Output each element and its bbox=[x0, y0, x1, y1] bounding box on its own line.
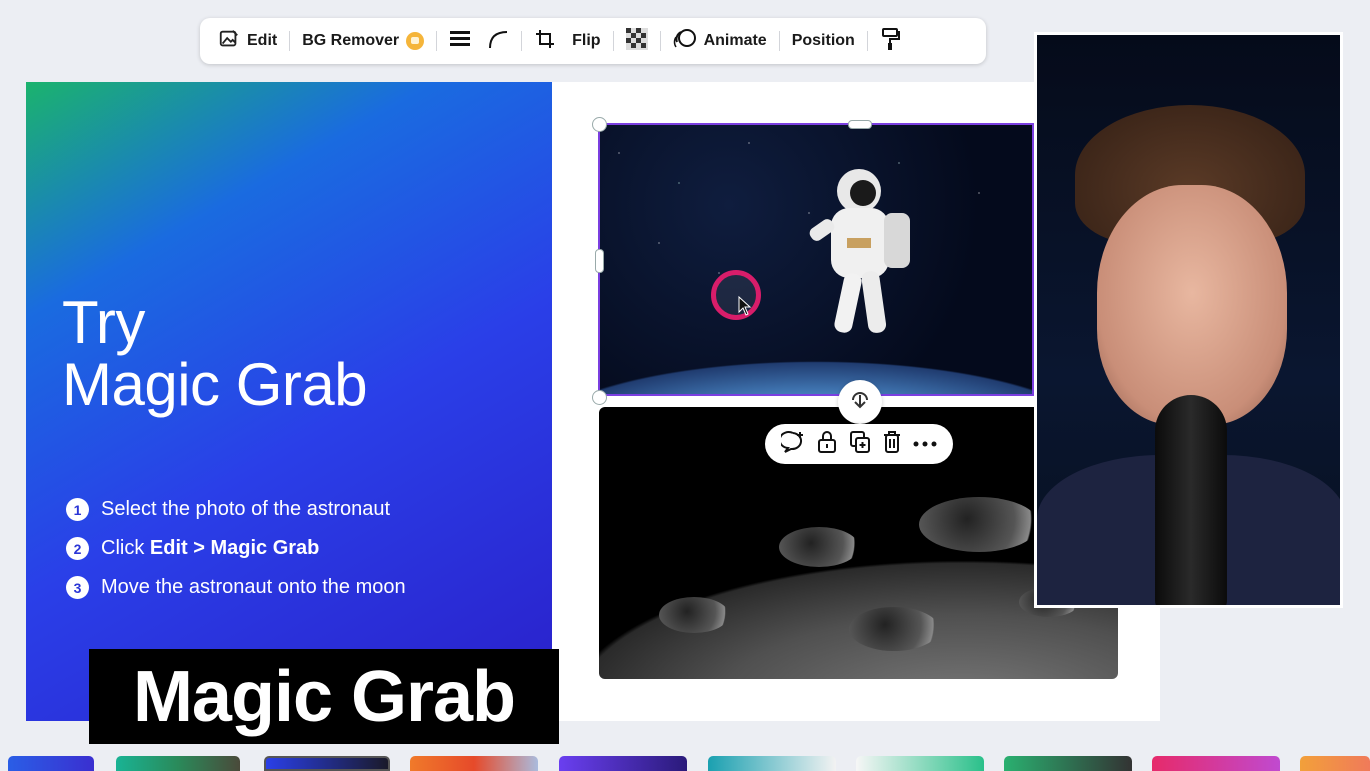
toolbar-divider bbox=[289, 31, 291, 51]
step-text-bold: Edit > Magic Grab bbox=[149, 537, 320, 559]
animate-icon bbox=[673, 28, 697, 55]
microphone bbox=[1155, 395, 1227, 605]
edit-button[interactable]: Edit bbox=[210, 28, 285, 55]
resize-handle-bottom-left[interactable] bbox=[592, 390, 607, 405]
rotate-button[interactable] bbox=[838, 380, 882, 424]
crown-icon bbox=[406, 32, 425, 50]
flip-label: Flip bbox=[572, 32, 601, 49]
step-number: 2 bbox=[66, 537, 89, 560]
toolbar-divider bbox=[436, 31, 438, 51]
animate-label: Animate bbox=[703, 32, 767, 49]
transparency-button[interactable] bbox=[618, 27, 656, 55]
toolbar-divider bbox=[612, 31, 614, 51]
video-caption: Magic Grab bbox=[89, 649, 559, 744]
page-thumbnail[interactable] bbox=[559, 756, 687, 771]
crater bbox=[919, 497, 1039, 552]
resize-handle-left[interactable] bbox=[595, 249, 604, 273]
crop-button[interactable] bbox=[526, 28, 564, 55]
toolbar-divider bbox=[659, 31, 661, 51]
resize-handle-top-left[interactable] bbox=[592, 117, 607, 132]
step-item: 2 Click Edit > Magic Grab bbox=[66, 529, 406, 568]
step-text: Move the astronaut onto the moon bbox=[101, 576, 406, 598]
step-item: 1 Select the photo of the astronaut bbox=[66, 490, 406, 529]
page-filmstrip bbox=[0, 756, 1370, 771]
corner-rounding-button[interactable] bbox=[479, 28, 517, 55]
rotate-icon bbox=[849, 389, 871, 416]
title-line-2: Magic Grab bbox=[62, 351, 368, 418]
step-number: 3 bbox=[66, 576, 89, 599]
crop-icon bbox=[534, 28, 556, 55]
comment-plus-icon[interactable] bbox=[778, 430, 805, 459]
toolbar-divider bbox=[778, 31, 780, 51]
page-thumbnail[interactable] bbox=[856, 756, 984, 771]
position-label: Position bbox=[791, 32, 855, 49]
selection-frame[interactable] bbox=[598, 123, 1034, 396]
checker-icon bbox=[625, 27, 648, 55]
step-text: Click bbox=[101, 537, 150, 559]
bg-remover-button[interactable]: BG Remover bbox=[294, 32, 432, 50]
toolbar-divider bbox=[866, 31, 868, 51]
resize-handle-top[interactable] bbox=[848, 120, 872, 129]
presenter-face bbox=[1097, 185, 1287, 425]
trash-icon[interactable] bbox=[882, 430, 902, 459]
copy-style-button[interactable] bbox=[872, 27, 908, 56]
duplicate-icon[interactable] bbox=[849, 430, 871, 459]
step-text: Select the photo of the astronaut bbox=[101, 498, 391, 520]
steps-list[interactable]: 1 Select the photo of the astronaut 2 Cl… bbox=[66, 490, 406, 607]
border-style-button[interactable] bbox=[441, 29, 479, 54]
page-thumbnail-current[interactable] bbox=[264, 756, 390, 771]
lock-icon[interactable] bbox=[816, 430, 838, 459]
page-thumbnail[interactable] bbox=[708, 756, 836, 771]
bg-remover-label: BG Remover bbox=[302, 32, 400, 49]
paint-roller-icon bbox=[880, 27, 900, 56]
crater bbox=[779, 527, 859, 567]
cursor-highlight bbox=[711, 270, 761, 320]
step-number: 1 bbox=[66, 498, 89, 521]
pointer-cursor-icon bbox=[738, 296, 752, 316]
element-context-menu bbox=[765, 424, 953, 464]
page-thumbnail[interactable] bbox=[1300, 756, 1370, 771]
image-toolbar: Edit BG Remover Flip Animate Position bbox=[200, 18, 986, 64]
crater bbox=[659, 597, 729, 633]
step-item: 3 Move the astronaut onto the moon bbox=[66, 568, 406, 607]
toolbar-divider bbox=[521, 31, 523, 51]
position-button[interactable]: Position bbox=[784, 32, 863, 50]
more-icon[interactable] bbox=[913, 435, 937, 453]
animate-button[interactable]: Animate bbox=[665, 28, 775, 55]
corner-radius-icon bbox=[487, 28, 509, 55]
page-thumbnail[interactable] bbox=[1152, 756, 1280, 771]
image-edit-icon bbox=[218, 28, 240, 55]
lines-icon bbox=[449, 29, 471, 54]
page-thumbnail[interactable] bbox=[8, 756, 94, 771]
slide-title[interactable]: Try Magic Grab bbox=[62, 289, 368, 418]
title-line-1: Try bbox=[62, 289, 145, 356]
page-thumbnail[interactable] bbox=[116, 756, 240, 771]
edit-label: Edit bbox=[247, 32, 278, 49]
flip-button[interactable]: Flip bbox=[564, 32, 608, 50]
webcam-overlay bbox=[1034, 32, 1343, 608]
page-thumbnail[interactable] bbox=[1004, 756, 1132, 771]
crater bbox=[849, 607, 939, 651]
page-thumbnail[interactable] bbox=[410, 756, 538, 771]
caption-text: Magic Grab bbox=[132, 656, 516, 737]
